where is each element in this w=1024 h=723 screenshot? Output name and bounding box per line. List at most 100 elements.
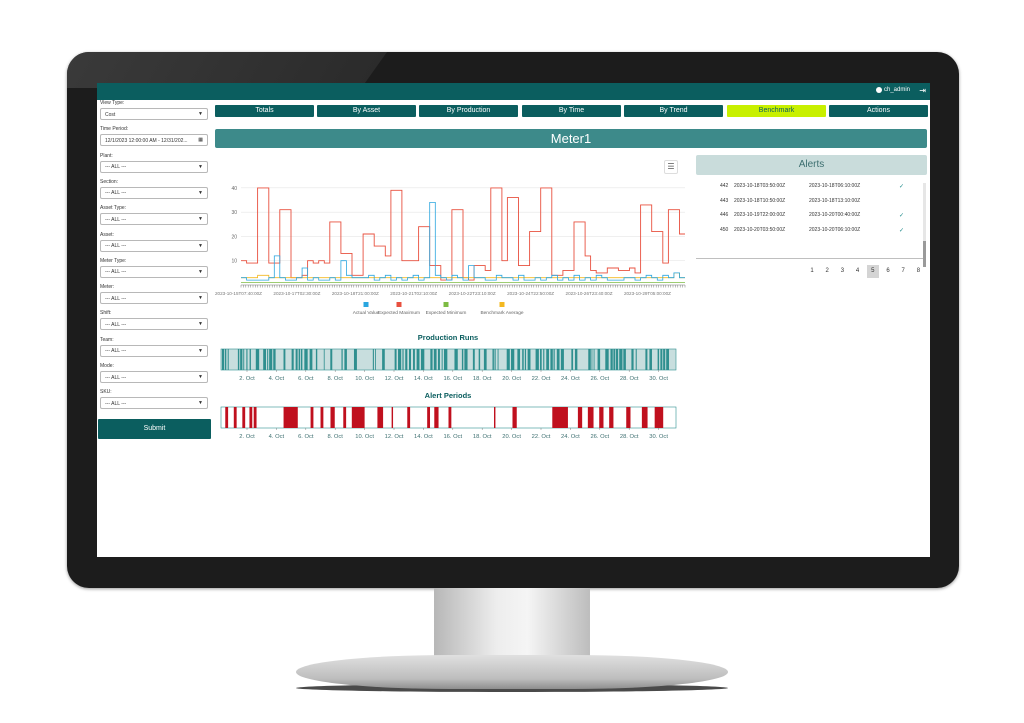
chevron-down-icon: ▼ — [198, 163, 203, 170]
submit-button[interactable]: Submit — [98, 419, 211, 439]
filter-value: --- ALL --- — [105, 400, 127, 407]
production-run-bar — [246, 349, 248, 370]
page-button[interactable]: 4 — [852, 265, 864, 278]
chevron-down-icon: ▼ — [198, 242, 203, 249]
filter-label: Team: — [100, 336, 114, 343]
page-button[interactable]: 2 — [821, 265, 833, 278]
filter-select[interactable]: --- ALL --- ▼ — [100, 239, 208, 252]
x-tick-label: 8. Oct — [327, 434, 343, 440]
filter-select[interactable]: Cost ▼ — [100, 108, 208, 120]
filter-label: Asset Type: — [100, 205, 127, 212]
filter-select[interactable]: --- ALL --- ▼ — [100, 292, 208, 305]
filter-select[interactable]: --- ALL --- ▼ — [100, 160, 208, 173]
alert-period-bar — [351, 407, 365, 428]
tab-by-time[interactable]: By Time — [522, 105, 621, 117]
production-run-bar — [344, 349, 347, 370]
alert-period-bar — [599, 407, 604, 428]
filter-select[interactable]: --- ALL --- ▼ — [100, 371, 208, 383]
alerts-divider — [696, 258, 923, 259]
alert-row[interactable]: 446 2023-10-19T22:00:00Z 2023-10-20T00:40:… — [696, 212, 916, 220]
production-run-bar — [353, 349, 357, 370]
monitor-neck — [434, 588, 590, 658]
production-run-bar — [610, 349, 613, 370]
alerts-panel: Alerts 442 2023-10-18T03:50:00Z 2023-10-18… — [696, 155, 927, 285]
filter-select[interactable]: --- ALL --- ▼ — [100, 186, 208, 199]
x-tick-label: 8. Oct — [327, 376, 343, 382]
alert-start: 2023-10-18T10:50:00Z — [734, 197, 786, 204]
production-run-bar — [560, 349, 564, 370]
alert-period-bar — [654, 407, 664, 428]
filter-select[interactable]: --- ALL --- ▼ — [100, 344, 208, 357]
chevron-down-icon: ▼ — [198, 347, 203, 354]
x-tick-label: 30. Oct — [649, 376, 668, 382]
filter-label: Time Period: — [100, 126, 129, 133]
x-tick-label: 18. Oct — [473, 434, 492, 440]
production-run-bar — [546, 349, 549, 370]
production-runs-chart: 2. Oct 4. Oct 6. Oct 8. Oct 10. Oct 12. Oct 14… — [220, 348, 677, 382]
production-run-bar — [593, 349, 595, 370]
production-run-bar — [535, 349, 539, 370]
alert-period-bar — [391, 407, 394, 428]
production-run-bar — [597, 349, 601, 370]
x-tick-label: 2023-10-21T02:10:00Z — [390, 291, 437, 296]
production-run-bar — [483, 349, 487, 370]
production-run-bar — [556, 349, 560, 370]
page-button[interactable]: 6 — [882, 265, 894, 278]
filter-value: --- ALL --- — [105, 374, 127, 381]
username: ch_admin — [883, 87, 910, 93]
tab-totals[interactable]: Totals — [215, 105, 314, 117]
production-run-bar — [524, 349, 527, 370]
logout-icon[interactable]: ⇥ — [919, 86, 926, 95]
filter-select[interactable]: 12/1/2023 12:00:00 AM - 12/31/202... ▦ — [100, 134, 208, 147]
x-tick-label: 2023-10-24T22:50:00Z — [507, 291, 554, 296]
alert-period-bar — [377, 407, 384, 428]
alert-period-bar — [552, 407, 568, 428]
page-button[interactable]: 7 — [897, 265, 909, 278]
production-run-bar — [249, 349, 251, 370]
filter-select[interactable]: --- ALL --- ▼ — [100, 397, 208, 410]
alert-row[interactable]: 443 2023-10-18T10:50:00Z 2023-10-18T13:10:… — [696, 198, 916, 206]
alert-period-bar — [448, 407, 452, 428]
alert-period-bar — [427, 407, 431, 428]
series-line-expected-maximum — [241, 187, 685, 281]
user-menu[interactable]: ch_admin — [875, 87, 910, 93]
chart-menu-icon[interactable]: ☰ — [664, 160, 678, 174]
check-icon: ✓ — [899, 184, 905, 190]
filter-select[interactable]: --- ALL --- ▼ — [100, 318, 208, 331]
alerts-scroll-thumb[interactable] — [923, 241, 926, 267]
alert-row[interactable]: 450 2023-10-20T03:50:00Z 2023-10-20T06:10:… — [696, 227, 916, 235]
filter-label: Shift: — [100, 310, 112, 317]
alert-id: 446 — [720, 212, 729, 219]
alert-end: 2023-10-18T13:10:00Z — [809, 197, 861, 204]
filter-label: Meter Type: — [100, 257, 127, 264]
page-button[interactable]: 5 — [866, 265, 879, 278]
production-run-bar — [416, 349, 420, 370]
production-run-bar — [663, 349, 666, 370]
alert-period-bar — [330, 407, 335, 428]
tab-benchmark[interactable]: Benchmark — [727, 105, 826, 117]
production-run-bar — [269, 349, 273, 370]
page-button[interactable]: 3 — [836, 265, 848, 278]
page-button[interactable]: 8 — [912, 265, 924, 278]
alert-row[interactable]: 442 2023-10-18T03:50:00Z 2023-10-18T06:10:… — [696, 183, 916, 191]
production-run-bar — [492, 349, 494, 370]
filter-select[interactable]: --- ALL --- ▼ — [100, 213, 208, 226]
legend-label: Actual Value — [353, 310, 380, 316]
filter-value: Cost — [105, 111, 116, 118]
page-button[interactable]: 1 — [806, 265, 818, 278]
production-run-bar — [666, 349, 670, 370]
tab-actions[interactable]: Actions — [829, 105, 928, 117]
tab-by-asset[interactable]: By Asset — [317, 105, 416, 117]
production-run-bar — [227, 349, 229, 370]
filter-label: SKU: — [100, 389, 112, 396]
alert-period-bar — [434, 407, 439, 428]
production-run-bar — [660, 349, 663, 370]
tab-by-trend[interactable]: By Trend — [624, 105, 723, 117]
x-tick-label: 26. Oct — [590, 376, 609, 382]
production-run-bar — [222, 349, 225, 370]
production-run-bar — [615, 349, 619, 370]
alert-period-bar — [609, 407, 614, 428]
tab-by-production[interactable]: By Production — [419, 105, 518, 117]
meter-title: Meter1 — [215, 129, 927, 148]
filter-select[interactable]: --- ALL --- ▼ — [100, 265, 208, 278]
